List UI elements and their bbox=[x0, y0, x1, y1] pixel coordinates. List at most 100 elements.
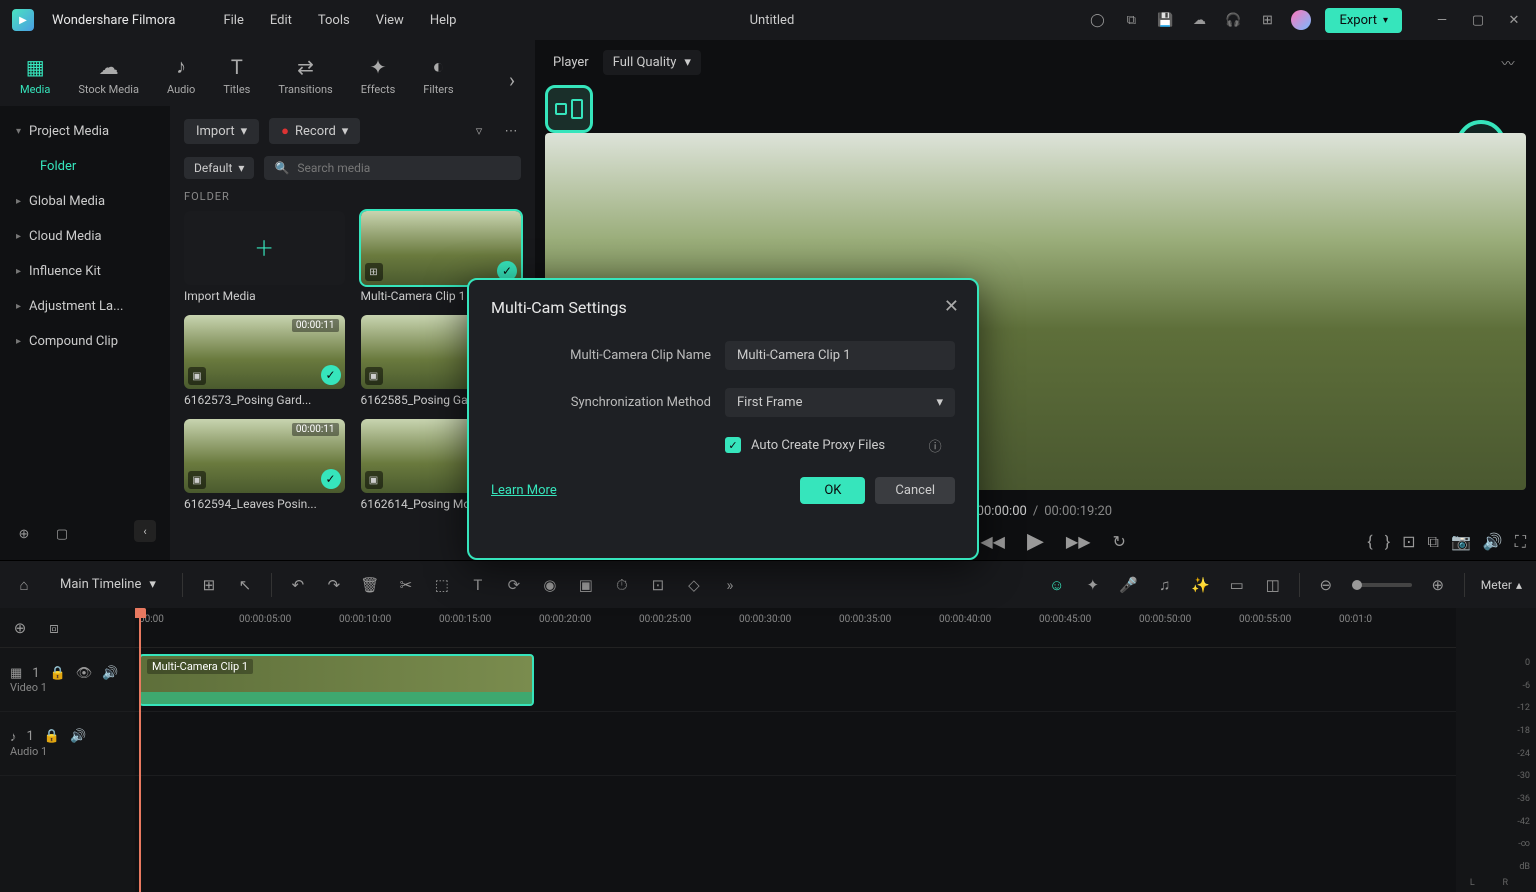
display-icon[interactable]: ⧉ bbox=[1428, 532, 1439, 552]
proxy-checkbox[interactable]: ✓ bbox=[725, 437, 741, 453]
bracket-close-icon[interactable]: } bbox=[1385, 532, 1390, 551]
eye-icon[interactable]: 👁 bbox=[76, 666, 93, 681]
aspect-icon[interactable]: ▭ bbox=[1227, 576, 1247, 594]
timeline-clip[interactable]: Multi-Camera Clip 1 bbox=[139, 654, 534, 706]
tab-media[interactable]: ▦Media bbox=[20, 55, 50, 106]
sync-method-dropdown[interactable]: First Frame▾ bbox=[725, 388, 955, 417]
bracket-open-icon[interactable]: { bbox=[1367, 532, 1372, 551]
more-icon[interactable]: » bbox=[720, 576, 740, 594]
music-icon[interactable]: ♫ bbox=[1155, 576, 1175, 594]
sidebar-folder[interactable]: Folder bbox=[0, 149, 170, 184]
effect-icon[interactable]: ✦ bbox=[1083, 576, 1103, 594]
tab-audio[interactable]: ♪Audio bbox=[167, 54, 195, 106]
zoom-in-icon[interactable]: ⊕ bbox=[1428, 576, 1448, 594]
cut-icon[interactable]: ✂ bbox=[396, 576, 416, 594]
clip-name-input[interactable]: Multi-Camera Clip 1 bbox=[725, 341, 955, 370]
lock-icon[interactable]: 🔒 bbox=[50, 666, 66, 681]
tag-icon[interactable]: ◇ bbox=[684, 576, 704, 594]
magic-icon[interactable]: ✨ bbox=[1191, 576, 1211, 594]
tab-effects[interactable]: ✦Effects bbox=[361, 55, 396, 106]
layout-button[interactable] bbox=[545, 85, 593, 133]
tab-filters[interactable]: ◐Filters bbox=[423, 54, 453, 106]
headphone-icon[interactable]: 🎧 bbox=[1223, 10, 1243, 30]
apps-icon[interactable]: ⊞ bbox=[1257, 10, 1277, 30]
sidebar-project-media[interactable]: ▾Project Media bbox=[0, 114, 170, 149]
audio-track[interactable] bbox=[135, 712, 1456, 776]
cancel-button[interactable]: Cancel bbox=[875, 477, 955, 504]
marker-icon[interactable]: ⊡ bbox=[648, 576, 668, 594]
loop-icon[interactable]: ↻ bbox=[1113, 532, 1126, 551]
learn-more-link[interactable]: Learn More bbox=[491, 483, 557, 498]
menu-view[interactable]: View bbox=[376, 13, 404, 28]
record-button[interactable]: Record▾ bbox=[269, 118, 360, 144]
next-frame-icon[interactable]: ▶▶ bbox=[1066, 532, 1091, 551]
cursor-icon[interactable]: ↖ bbox=[235, 576, 255, 594]
delete-icon[interactable]: 🗑 bbox=[360, 576, 380, 594]
sidebar-global-media[interactable]: ▸Global Media bbox=[0, 184, 170, 219]
display-icon[interactable]: ⧉ bbox=[1121, 10, 1141, 30]
timeline-ruler[interactable]: 00:00 00:00:05:00 00:00:10:00 00:00:15:0… bbox=[135, 608, 1456, 648]
snapshot-icon[interactable]: 📷 bbox=[1451, 532, 1471, 551]
menu-edit[interactable]: Edit bbox=[270, 13, 292, 28]
quality-dropdown[interactable]: Full Quality▾ bbox=[603, 50, 701, 75]
fullscreen-icon[interactable]: ⛶ bbox=[1515, 532, 1526, 552]
play-icon[interactable]: ▶ bbox=[1027, 529, 1044, 554]
mic-icon[interactable]: 🎤 bbox=[1119, 576, 1139, 594]
tab-transitions[interactable]: ⇄Transitions bbox=[278, 55, 332, 106]
media-clip[interactable]: 00:00:11▣✓ 6162594_Leaves Posin... bbox=[184, 419, 345, 511]
media-clip[interactable]: 00:00:11▣✓ 6162573_Posing Gard... bbox=[184, 315, 345, 407]
sidebar-compound-clip[interactable]: ▸Compound Clip bbox=[0, 324, 170, 359]
zoom-out-icon[interactable]: ⊖ bbox=[1316, 576, 1336, 594]
speed-icon[interactable]: ⟳ bbox=[504, 576, 524, 594]
folder-icon[interactable]: ▢ bbox=[52, 524, 72, 544]
sidebar-collapse-button[interactable]: ‹ bbox=[134, 520, 156, 542]
color-icon[interactable]: ◉ bbox=[540, 576, 560, 594]
tab-titles[interactable]: TTitles bbox=[223, 55, 250, 106]
ok-button[interactable]: OK bbox=[800, 477, 865, 504]
grid-icon[interactable]: ⊞ bbox=[199, 576, 219, 594]
volume-icon[interactable]: 🔊 bbox=[1483, 532, 1503, 551]
mask-icon[interactable]: ▣ bbox=[576, 576, 596, 594]
avatar-icon[interactable] bbox=[1291, 10, 1311, 30]
track-add-icon[interactable]: ⊕ bbox=[10, 619, 30, 637]
maximize-icon[interactable]: ▢ bbox=[1468, 10, 1488, 30]
prev-frame-icon[interactable]: ◀◀ bbox=[980, 532, 1005, 551]
mute-icon[interactable]: 🔊 bbox=[70, 729, 86, 745]
undo-icon[interactable]: ↶ bbox=[288, 576, 308, 594]
main-timeline-dropdown[interactable]: Main Timeline▾ bbox=[50, 567, 166, 602]
info-icon[interactable]: ⓘ bbox=[925, 435, 945, 455]
home-icon[interactable]: ⌂ bbox=[14, 576, 34, 594]
modal-close-icon[interactable]: ✕ bbox=[944, 296, 959, 317]
zoom-slider[interactable] bbox=[1352, 583, 1412, 587]
export-button[interactable]: Export bbox=[1325, 8, 1402, 33]
crop-icon[interactable]: ⬚ bbox=[432, 576, 452, 594]
folder-add-icon[interactable]: ⊕ bbox=[14, 524, 34, 544]
audio-track-head[interactable]: ♪1🔒🔊 Audio 1 bbox=[0, 712, 135, 776]
tab-stock-media[interactable]: ☁Stock Media bbox=[78, 55, 139, 106]
sidebar-influence-kit[interactable]: ▸Influence Kit bbox=[0, 254, 170, 289]
redo-icon[interactable]: ↷ bbox=[324, 576, 344, 594]
save-icon[interactable]: 💾 bbox=[1155, 10, 1175, 30]
ai-icon[interactable]: ☺ bbox=[1047, 576, 1067, 594]
timer-icon[interactable]: ⏱ bbox=[612, 576, 632, 594]
meter-toggle[interactable]: Meter▴ bbox=[1481, 578, 1522, 592]
mark-icon[interactable]: ⊡ bbox=[1402, 532, 1415, 551]
search-input[interactable]: 🔍Search media bbox=[264, 156, 521, 180]
magnet-icon[interactable]: ⧈ bbox=[44, 619, 64, 637]
sort-dropdown[interactable]: Default▾ bbox=[184, 157, 254, 179]
import-media-tile[interactable]: + Import Media bbox=[184, 211, 345, 303]
filter-icon[interactable]: ▿ bbox=[469, 121, 489, 141]
close-icon[interactable]: ✕ bbox=[1504, 10, 1524, 30]
cloud-icon[interactable]: ☁ bbox=[1189, 10, 1209, 30]
import-button[interactable]: Import▾ bbox=[184, 119, 259, 144]
sidebar-cloud-media[interactable]: ▸Cloud Media bbox=[0, 219, 170, 254]
sidebar-adjustment-layer[interactable]: ▸Adjustment La... bbox=[0, 289, 170, 324]
video-track[interactable]: Multi-Camera Clip 1 bbox=[135, 648, 1456, 712]
menu-file[interactable]: File bbox=[223, 13, 243, 28]
text-icon[interactable]: T bbox=[468, 576, 488, 594]
waveform-icon[interactable]: 〰 bbox=[1498, 53, 1518, 73]
lock-icon[interactable]: 🔒 bbox=[44, 729, 60, 745]
tabs-more-icon[interactable]: › bbox=[509, 68, 515, 92]
menu-help[interactable]: Help bbox=[430, 13, 457, 28]
timeline-tracks[interactable]: 00:00 00:00:05:00 00:00:10:00 00:00:15:0… bbox=[135, 608, 1456, 892]
